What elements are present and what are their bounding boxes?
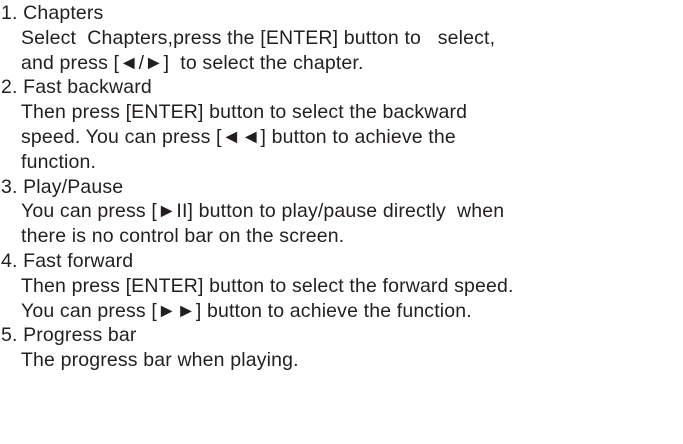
list-item-play-pause: 3. Play/Pause You can press [►II] button… <box>0 175 683 249</box>
item-line: The progress bar when playing. <box>21 349 299 372</box>
item-title: 4. Fast forward <box>1 249 134 272</box>
item-line: there is no control bar on the screen. <box>21 225 345 248</box>
item-title: 3. Play/Pause <box>1 175 124 198</box>
list-item-fast-forward: 4. Fast forward Then press [ENTER] butto… <box>0 249 683 323</box>
list-item-fast-backward: 2. Fast backward Then press [ENTER] butt… <box>0 75 683 174</box>
item-line: Then press [ENTER] button to select the … <box>21 101 468 124</box>
instruction-document: 1. Chapters Select Chapters,press the [E… <box>0 0 683 444</box>
list-item-progress-bar: 5. Progress bar The progress bar when pl… <box>0 323 683 373</box>
item-line: function. <box>21 150 97 173</box>
item-line: You can press [►►] button to achieve the… <box>21 299 472 322</box>
item-title: 2. Fast backward <box>1 76 152 99</box>
item-title: 1. Chapters <box>1 2 104 24</box>
item-line: speed. You can press [◄◄] button to achi… <box>21 125 456 148</box>
item-title: 5. Progress bar <box>1 324 137 347</box>
item-line: and press [◄/►] to select the chapter. <box>21 51 364 74</box>
item-line: Then press [ENTER] button to select the … <box>21 274 514 297</box>
item-line: Select Chapters,press the [ENTER] button… <box>21 26 496 49</box>
item-line: You can press [►II] button to play/pause… <box>21 200 505 223</box>
list-item-chapters: 1. Chapters Select Chapters,press the [E… <box>0 1 683 75</box>
